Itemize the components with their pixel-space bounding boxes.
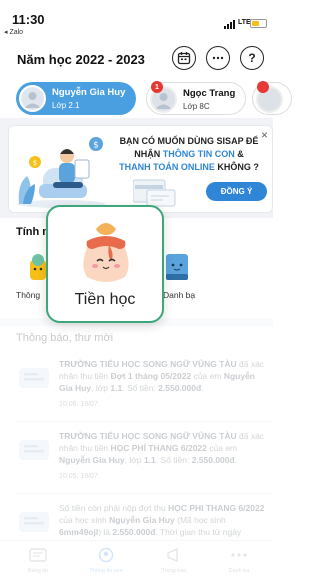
notification-text: TRƯỜNG TIỂU HỌC SONG NGỮ VŨNG TÀU đã xác… (59, 359, 265, 393)
school-year-title: Năm học 2022 - 2023 (17, 52, 145, 67)
status-bar: 11:30 ◂ Zalo LTE (0, 0, 273, 38)
clock: 11:30 (12, 12, 45, 27)
popup-label: Tiền học (74, 291, 136, 308)
back-to-app-link[interactable]: ◂ Zalo (4, 28, 23, 36)
notification-text: TRƯỜNG TIỂU HỌC SONG NGỮ VŨNG TÀU đã xác… (59, 431, 265, 465)
notification-time: 10:05, 19/07 (59, 473, 98, 480)
tab-child-info[interactable]: Thông tin con (72, 541, 140, 588)
help-button[interactable]: ? (240, 46, 264, 70)
calendar-button[interactable] (172, 46, 196, 70)
network-label: LTE (238, 19, 251, 26)
list-separator (16, 493, 273, 494)
svg-text:$: $ (33, 159, 37, 167)
notice-feature-icon[interactable] (28, 252, 48, 282)
notification-text: Số tiền còn phải nộp đợt thu HỌC PHI THA… (59, 503, 265, 537)
calendar-icon (177, 52, 191, 65)
card-illustration (133, 179, 176, 207)
news-icon (29, 548, 47, 562)
megaphone-icon (167, 547, 178, 563)
feature-label: Thông (16, 290, 41, 300)
student-chip-nguyen-gia-huy[interactable]: Nguyễn Gia Huy Lớp 2.1 (16, 82, 136, 115)
battery-icon (250, 19, 267, 28)
bottom-tab-bar: Bảng tin Thông tin con Trang báo Danh bạ (0, 540, 273, 588)
student-chip-partial[interactable] (252, 81, 292, 115)
more-icon (231, 553, 247, 557)
receipt-icon (19, 368, 49, 388)
tuition-feature-popup[interactable]: Tiền học (46, 205, 164, 323)
promo-message: BẠN CÓ MUỐN DÙNG SISAP ĐỂ NHẬN THÔNG TIN… (107, 135, 271, 174)
receipt-icon (19, 440, 49, 460)
avatar (19, 85, 46, 112)
student-class: Lớp 8C (183, 102, 210, 111)
features-title: Tính n (16, 226, 49, 238)
student-chip-ngoc-trang[interactable]: 1 Ngọc Trang Lớp 8C (146, 81, 246, 115)
notification-badge: 1 (151, 81, 163, 93)
help-icon: ? (248, 51, 256, 65)
tab-label: Trang báo (161, 568, 187, 574)
student-selector: Nguyễn Gia Huy Lớp 2.1 1 Ngọc Trang Lớp … (0, 81, 292, 116)
student-name: Nguyễn Gia Huy (52, 87, 126, 98)
notification-time: 10:06, 19/07 (59, 401, 98, 408)
tab-label: Bảng tin (27, 568, 49, 574)
money-bag-icon (83, 223, 129, 282)
notification-item[interactable]: Số tiền còn phải nộp đợt thu HỌC PHI THA… (16, 502, 270, 540)
signal-icon (224, 20, 238, 29)
agree-button[interactable]: ĐỒNG Ý (206, 182, 267, 201)
receipt-icon (19, 512, 49, 532)
chat-button[interactable] (206, 46, 230, 70)
notifications-title: Thông báo, thư mời (16, 332, 114, 344)
notification-item[interactable]: TRƯỜNG TIỂU HỌC SONG NGỮ VŨNG TÀU đã xác… (16, 430, 270, 490)
student-class: Lớp 2.1 (52, 101, 80, 110)
svg-text:$: $ (93, 141, 99, 151)
tab-contacts[interactable]: Danh bạ (205, 541, 273, 588)
promo-line-3: THANH TOÁN ONLINE KHÔNG ? (119, 162, 259, 172)
tab-announcements[interactable]: Trang báo (140, 541, 208, 588)
promo-line-2: NHẬN THÔNG TIN CON & (134, 149, 244, 159)
notification-badge (257, 81, 269, 93)
tab-label: Thông tin con (89, 568, 123, 574)
promo-illustration: $ $ (17, 137, 105, 208)
notification-item[interactable]: TRƯỜNG TIỂU HỌC SONG NGỮ VŨNG TÀU đã xác… (16, 358, 270, 418)
student-name: Ngọc Trang (183, 88, 236, 99)
feature-label: Danh bạ (163, 290, 196, 300)
promo-line-1: BẠN CÓ MUỐN DÙNG SISAP ĐỂ (119, 136, 259, 146)
child-info-icon (98, 547, 114, 563)
contacts-book-icon[interactable] (164, 252, 190, 282)
tab-label: Danh bạ (228, 568, 250, 574)
tab-news[interactable]: Bảng tin (4, 541, 72, 588)
close-icon[interactable]: × (261, 128, 268, 142)
promo-banner: $ $ BẠN CÓ MUỐN DÙNG SISAP ĐỂ NHẬN THÔNG… (8, 125, 273, 213)
list-separator (16, 421, 273, 422)
chat-icon (212, 56, 224, 60)
